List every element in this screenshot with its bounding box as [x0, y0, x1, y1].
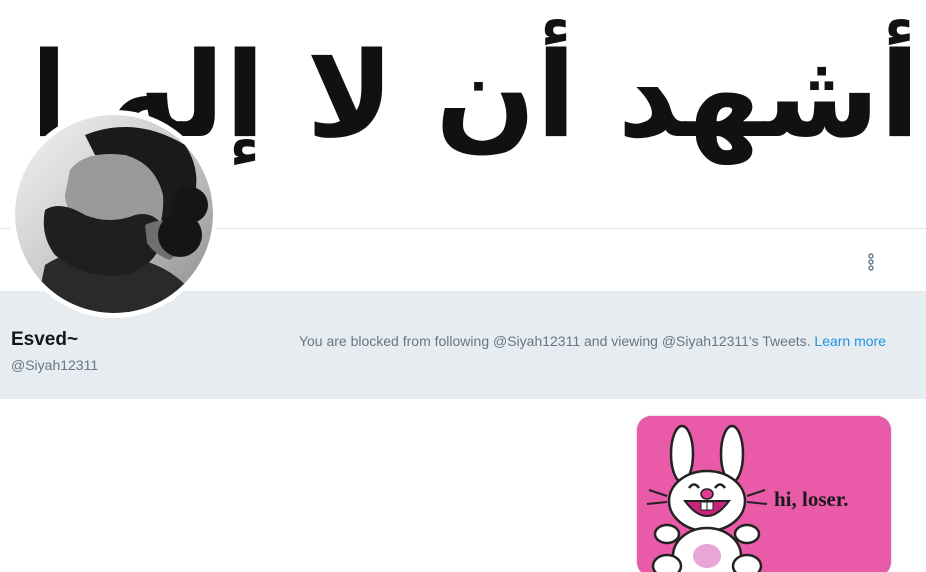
blocked-notice-text: You are blocked from following @Siyah123… — [298, 333, 811, 349]
sticker-caption: hi, loser. — [774, 487, 849, 511]
profile-name[interactable]: Esved~ — [11, 329, 78, 351]
bunny-illustration — [646, 424, 768, 572]
learn-more-link[interactable]: Learn more — [814, 333, 886, 349]
more-vertical-icon[interactable] — [866, 253, 876, 271]
blocked-notice: You are blocked from following @Siyah123… — [299, 333, 886, 349]
media-image-bunny[interactable]: hi, loser. — [637, 416, 891, 572]
profile-handle[interactable]: @Siyah12311 — [11, 357, 98, 373]
avatar-photo — [15, 115, 213, 313]
avatar-image — [15, 115, 213, 313]
avatar[interactable] — [10, 110, 218, 318]
profile-page: أشهد أن لا إله إلا الله Esved~ @Siyah123… — [0, 0, 926, 572]
